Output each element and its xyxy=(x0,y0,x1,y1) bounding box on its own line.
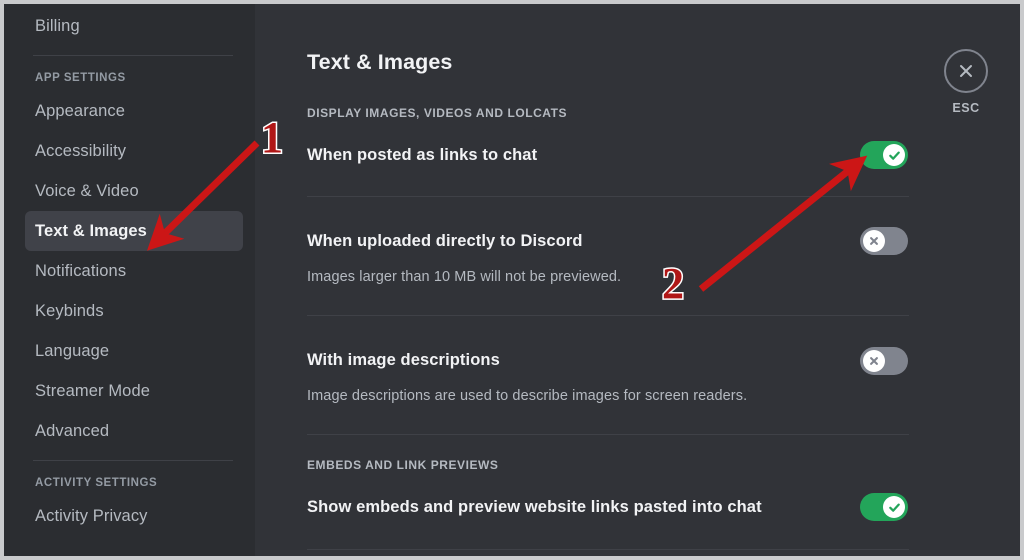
sidebar-item-text-and-images[interactable]: Text & Images xyxy=(25,211,243,251)
section-heading-display-images: DISPLAY IMAGES, VIDEOS AND LOLCATS xyxy=(307,106,567,120)
x-icon xyxy=(863,230,885,252)
sidebar-item-label: Streamer Mode xyxy=(35,381,151,400)
section-divider-1 xyxy=(307,196,909,197)
sidebar-item-label: Language xyxy=(35,341,110,360)
check-icon xyxy=(883,496,905,518)
setting-title: Show embeds and preview website links pa… xyxy=(307,498,762,516)
sidebar-item-label: Appearance xyxy=(35,101,125,120)
sidebar-item-language[interactable]: Language xyxy=(25,331,243,371)
close-x-icon xyxy=(944,49,988,93)
sidebar-item-notifications[interactable]: Notifications xyxy=(25,251,243,291)
sidebar-item-label: Accessibility xyxy=(35,141,127,160)
setting-label-when-uploaded-directly-to-discord: When uploaded directly to Discord xyxy=(307,232,583,251)
sidebar-item-label: Notifications xyxy=(35,261,127,280)
setting-note-with-image-descriptions: Image descriptions are used to describe … xyxy=(307,388,747,404)
setting-note-when-uploaded-directly-to-discord: Images larger than 10 MB will not be pre… xyxy=(307,269,621,285)
settings-sidebar: Billing APP SETTINGS Appearance Accessib… xyxy=(4,4,255,556)
sidebar-section-label: ACTIVITY SETTINGS xyxy=(35,477,158,489)
setting-title: When uploaded directly to Discord xyxy=(307,232,583,250)
sidebar-item-label: Voice & Video xyxy=(35,181,139,200)
toggle-when-uploaded-directly-to-discord[interactable] xyxy=(860,227,908,255)
sidebar-section-app-settings: APP SETTINGS xyxy=(25,65,243,91)
close-settings-button[interactable]: ESC xyxy=(943,49,989,115)
sidebar-item-label: Advanced xyxy=(35,421,110,440)
sidebar-item-advanced[interactable]: Advanced xyxy=(25,411,243,451)
section-divider-3 xyxy=(307,434,909,435)
sidebar-item-keybinds[interactable]: Keybinds xyxy=(25,291,243,331)
setting-note: Images larger than 10 MB will not be pre… xyxy=(307,269,622,285)
settings-content-pane: Text & Images ESC DISPLAY IMAGES, VIDEOS… xyxy=(255,4,1020,556)
toggle-with-image-descriptions[interactable] xyxy=(860,347,908,375)
sidebar-item-label: Billing xyxy=(35,16,80,35)
sidebar-item-billing[interactable]: Billing xyxy=(25,6,243,46)
setting-label-show-embeds-and-preview-website-links: Show embeds and preview website links pa… xyxy=(307,498,762,517)
sidebar-section-label: APP SETTINGS xyxy=(35,72,126,84)
check-icon xyxy=(883,144,905,166)
setting-note: Image descriptions are used to describe … xyxy=(307,388,748,404)
section-heading-label: DISPLAY IMAGES, VIDEOS AND LOLCATS xyxy=(307,106,568,120)
page-title: Text & Images xyxy=(307,50,453,74)
sidebar-item-appearance[interactable]: Appearance xyxy=(25,91,243,131)
settings-window: Billing APP SETTINGS Appearance Accessib… xyxy=(0,0,1024,560)
setting-title: With image descriptions xyxy=(307,351,500,369)
x-icon xyxy=(863,350,885,372)
sidebar-section-activity-settings: ACTIVITY SETTINGS xyxy=(25,470,243,496)
sidebar-divider-top xyxy=(33,55,233,56)
setting-label-when-posted-as-links-to-chat: When posted as links to chat xyxy=(307,146,537,165)
sidebar-item-accessibility[interactable]: Accessibility xyxy=(25,131,243,171)
toggle-when-posted-as-links-to-chat[interactable] xyxy=(860,141,908,169)
setting-label-with-image-descriptions: With image descriptions xyxy=(307,351,500,370)
sidebar-item-label: Activity Privacy xyxy=(35,506,148,525)
section-divider-4 xyxy=(307,549,909,550)
toggle-show-embeds-and-preview-website-links[interactable] xyxy=(860,493,908,521)
sidebar-divider-activity xyxy=(33,460,233,461)
setting-title: When posted as links to chat xyxy=(307,146,538,164)
sidebar-item-label: Text & Images xyxy=(35,221,147,240)
close-settings-label: ESC xyxy=(952,101,980,115)
sidebar-item-label: Keybinds xyxy=(35,301,104,320)
section-divider-2 xyxy=(307,315,909,316)
sidebar-item-voice-and-video[interactable]: Voice & Video xyxy=(25,171,243,211)
section-heading-embeds-and-link-previews: EMBEDS AND LINK PREVIEWS xyxy=(307,458,498,472)
sidebar-item-activity-privacy[interactable]: Activity Privacy xyxy=(25,496,243,536)
section-heading-label: EMBEDS AND LINK PREVIEWS xyxy=(307,458,499,472)
sidebar-item-streamer-mode[interactable]: Streamer Mode xyxy=(25,371,243,411)
